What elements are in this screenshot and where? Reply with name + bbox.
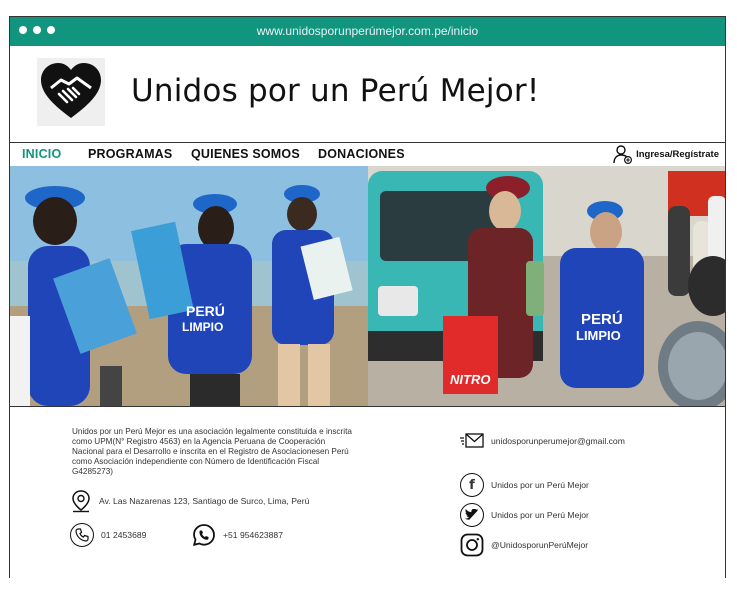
location-pin-icon xyxy=(72,490,90,513)
site-footer: Unidos por un Perú Mejor es una asociaci… xyxy=(10,406,725,579)
browser-window: www.unidosporunperúmejor.com.pe/inicio U… xyxy=(9,16,726,579)
login-register-label: Ingresa/Regístrate xyxy=(636,148,719,160)
instagram-text[interactable]: @UnidosporunPerúMejor xyxy=(491,540,588,550)
facebook-text[interactable]: Unidos por un Perú Mejor xyxy=(491,480,589,490)
address-bar[interactable]: www.unidosporunperúmejor.com.pe/inicio xyxy=(10,24,725,38)
user-add-icon xyxy=(613,145,633,164)
address-row: Av. Las Nazarenas 123, Santiago de Surco… xyxy=(70,489,309,513)
twitter-text[interactable]: Unidos por un Perú Mejor xyxy=(491,510,589,520)
phone-text[interactable]: 01 2453689 xyxy=(101,530,146,540)
street-volunteers-illustration: NITRO PERÚ LIMPIO xyxy=(368,166,725,406)
email-row: unidosporunperumejor@gmail.com xyxy=(460,432,625,450)
hero-photo-beach-volunteers: PERÚ LIMPIO xyxy=(10,166,368,406)
handshake-heart-icon xyxy=(41,63,101,118)
instagram-icon[interactable] xyxy=(460,533,484,557)
facebook-row: f Unidos por un Perú Mejor xyxy=(460,473,589,497)
browser-titlebar: www.unidosporunperúmejor.com.pe/inicio xyxy=(10,17,725,46)
nav-item-inicio[interactable]: INICIO xyxy=(22,147,61,161)
vest-text-left-1: PERÚ xyxy=(186,302,225,319)
vest-text-right-2: LIMPIO xyxy=(576,328,621,343)
hero-photos: PERÚ LIMPIO NITRO PERÚ LIMPIO xyxy=(10,166,725,406)
site-logo[interactable] xyxy=(37,58,105,126)
phone-icon xyxy=(70,523,94,547)
twitter-icon[interactable] xyxy=(460,503,484,527)
hero-photo-street-volunteers: NITRO PERÚ LIMPIO xyxy=(368,166,725,406)
instagram-row: @UnidosporunPerúMejor xyxy=(460,533,588,557)
facebook-icon[interactable]: f xyxy=(460,473,484,497)
nav-item-donaciones[interactable]: DONACIONES xyxy=(318,147,405,161)
email-text[interactable]: unidosporunperumejor@gmail.com xyxy=(491,436,625,446)
whatsapp-text[interactable]: +51 954623887 xyxy=(223,530,283,540)
nav-item-programas[interactable]: PROGRAMAS xyxy=(88,147,172,161)
whatsapp-icon xyxy=(192,524,215,547)
phone-row: 01 2453689 xyxy=(70,523,146,547)
bag-text: NITRO xyxy=(450,372,490,387)
address-text: Av. Las Nazarenas 123, Santiago de Surco… xyxy=(99,496,310,506)
site-header: Unidos por un Perú Mejor! xyxy=(10,46,725,142)
whatsapp-row: +51 954623887 xyxy=(192,523,283,547)
email-icon xyxy=(460,433,484,448)
site-title: Unidos por un Perú Mejor! xyxy=(131,73,540,109)
login-register-link[interactable]: Ingresa/Regístrate xyxy=(613,144,719,164)
vest-text-left-2: LIMPIO xyxy=(182,320,223,334)
twitter-row: Unidos por un Perú Mejor xyxy=(460,503,589,527)
beach-volunteers-illustration: PERÚ LIMPIO xyxy=(10,166,368,406)
main-nav: INICIO PROGRAMAS QUIENES SOMOS DONACIONE… xyxy=(10,142,725,166)
about-text: Unidos por un Perú Mejor es una asociaci… xyxy=(72,427,352,476)
nav-item-quienes-somos[interactable]: QUIENES SOMOS xyxy=(191,147,300,161)
vest-text-right-1: PERÚ xyxy=(581,310,623,328)
